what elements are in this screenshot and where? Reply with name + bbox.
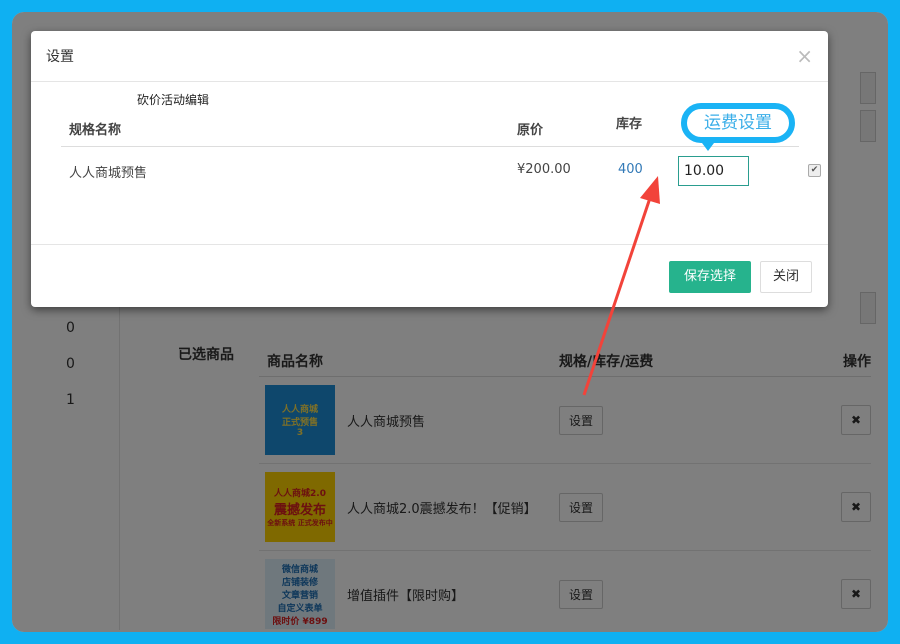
spec-stock[interactable]: 400 xyxy=(618,162,643,177)
shipping-fee-input[interactable]: 10.00 xyxy=(678,156,749,186)
close-icon[interactable]: × xyxy=(796,44,813,68)
modal-title: 设置 xyxy=(46,49,74,65)
header-spec-name: 规格名称 xyxy=(69,123,122,138)
shipping-settings-callout: 运费设置 xyxy=(681,103,795,143)
enable-checkbox[interactable]: ✔ xyxy=(808,164,821,177)
spec-name: 人人商城预售 xyxy=(69,166,148,181)
save-selection-button[interactable]: 保存选择 xyxy=(669,261,751,293)
close-button[interactable]: 关闭 xyxy=(760,261,812,293)
spec-row: 人人商城预售 ¥200.00 400 10.00 ✔ xyxy=(61,147,821,193)
settings-modal: 设置 × 砍价活动编辑 规格名称 原价 库存 人人商城预售 ¥200.00 40… xyxy=(31,31,828,307)
modal-subtitle: 砍价活动编辑 xyxy=(137,93,210,107)
header-price: 原价 xyxy=(517,123,544,138)
modal-footer: 保存选择 关闭 xyxy=(31,245,828,307)
screenshot-frame: 0 0 1 已选商品 商品名称 规格/库存/运费 操作 人人商城 正式预售 3 … xyxy=(12,12,888,632)
callout-tail xyxy=(699,139,717,151)
modal-header: 设置 × xyxy=(31,31,828,82)
header-stock: 库存 xyxy=(616,117,643,132)
spec-price: ¥200.00 xyxy=(517,162,571,177)
